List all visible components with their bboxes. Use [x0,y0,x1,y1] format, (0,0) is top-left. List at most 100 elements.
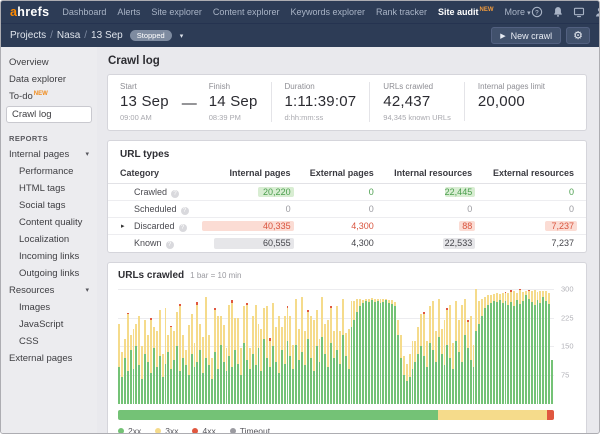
stacked-bar[interactable] [391,286,393,404]
stacked-bar[interactable] [478,286,480,404]
stacked-bar[interactable] [371,286,373,404]
sidebar-item-to-do[interactable]: To-doNEW [1,88,97,105]
stacked-bar[interactable] [199,286,201,404]
stacked-bar[interactable] [505,286,507,404]
stacked-bar[interactable] [493,286,495,404]
stacked-bar[interactable] [380,286,382,404]
sidebar-item-images[interactable]: Images [1,299,97,316]
sidebar-item-outgoing-links[interactable]: Outgoing links [1,265,97,282]
stacked-bar[interactable] [507,286,509,404]
stacked-bar[interactable] [464,286,466,404]
stacked-bar[interactable] [467,286,469,404]
stacked-bar[interactable] [240,286,242,404]
nav-item-dashboard[interactable]: Dashboard [62,7,106,17]
stacked-bar[interactable] [551,286,553,404]
stacked-bar[interactable] [208,286,210,404]
stacked-bar[interactable] [217,286,219,404]
stacked-bar[interactable] [237,286,239,404]
stacked-bar[interactable] [243,286,245,404]
legend-item-timeout[interactable]: Timeout [230,426,270,434]
stacked-bar[interactable] [202,286,204,404]
sidebar-item-external-pages[interactable]: External pages [1,350,97,367]
stacked-bar[interactable] [301,286,303,404]
stacked-bar[interactable] [403,286,405,404]
nav-item-content-explorer[interactable]: Content explorer [213,7,280,17]
stacked-bar[interactable] [141,286,143,404]
stacked-bar[interactable] [336,286,338,404]
stacked-bar[interactable] [409,286,411,404]
sidebar-item-data-explorer[interactable]: Data explorer [1,71,97,88]
stacked-bar[interactable] [537,286,539,404]
stacked-bar[interactable] [156,286,158,404]
stacked-bar[interactable] [324,286,326,404]
chevron-down-icon[interactable]: ▾ [85,286,89,294]
nav-item-site-audit[interactable]: Site auditNEW [438,7,494,17]
stacked-bar[interactable] [534,286,536,404]
stacked-bar[interactable] [342,286,344,404]
stacked-bar[interactable] [307,286,309,404]
table-row-crawled[interactable]: Crawled?20,220022,4450 [108,184,586,201]
stacked-bar[interactable] [496,286,498,404]
stacked-bar[interactable] [118,286,120,404]
stacked-bar[interactable] [287,286,289,404]
table-row-discarded[interactable]: ▸Discarded?40,3354,300887,237 [108,218,586,235]
stacked-bar[interactable] [397,286,399,404]
sidebar-item-internal-pages[interactable]: Internal pages▾ [1,146,97,163]
stacked-bar[interactable] [185,286,187,404]
breadcrumb-project-name[interactable]: Nasa [57,30,80,41]
stacked-bar[interactable] [269,286,271,404]
stacked-bar[interactable] [348,286,350,404]
stacked-bar[interactable] [499,286,501,404]
stacked-bar[interactable] [513,286,515,404]
sidebar-item-crawl-log[interactable]: Crawl log [6,106,92,123]
stacked-bar[interactable] [435,286,437,404]
stacked-bar[interactable] [162,286,164,404]
stacked-bar[interactable] [446,286,448,404]
stacked-bar[interactable] [147,286,149,404]
stacked-bar[interactable] [327,286,329,404]
stacked-bar[interactable] [127,286,129,404]
info-icon[interactable]: ? [166,241,174,249]
stacked-bar[interactable] [281,286,283,404]
stacked-bar[interactable] [121,286,123,404]
stacked-bar[interactable] [196,286,198,404]
stacked-bar[interactable] [426,286,428,404]
stacked-bar[interactable] [194,286,196,404]
stacked-bar[interactable] [226,286,228,404]
stacked-bar[interactable] [284,286,286,404]
stacked-bar[interactable] [458,286,460,404]
settings-button[interactable]: ⚙ [566,27,590,44]
stacked-bar[interactable] [490,286,492,404]
stacked-bar[interactable] [298,286,300,404]
breadcrumb-projects[interactable]: Projects [10,30,46,41]
stacked-bar[interactable] [531,286,533,404]
stacked-bar[interactable] [310,286,312,404]
stacked-bar[interactable] [452,286,454,404]
stacked-bar[interactable] [475,286,477,404]
stacked-bar[interactable] [144,286,146,404]
stacked-bar[interactable] [365,286,367,404]
stacked-bar[interactable] [412,286,414,404]
stacked-bar[interactable] [444,286,446,404]
stacked-bar[interactable] [173,286,175,404]
stacked-bar[interactable] [470,286,472,404]
stacked-bar[interactable] [179,286,181,404]
stacked-bar[interactable] [525,286,527,404]
stacked-bar[interactable] [484,286,486,404]
stacked-bar[interactable] [252,286,254,404]
stacked-bar[interactable] [130,286,132,404]
stacked-bar[interactable] [545,286,547,404]
stacked-bar[interactable] [339,286,341,404]
stacked-bar[interactable] [220,286,222,404]
stacked-bar[interactable] [176,286,178,404]
stacked-bar[interactable] [406,286,408,404]
account-icon[interactable] [594,6,600,18]
stacked-bar[interactable] [539,286,541,404]
stacked-bar[interactable] [138,286,140,404]
stacked-bar[interactable] [487,286,489,404]
sidebar-item-localization[interactable]: Localization [1,231,97,248]
stacked-bar[interactable] [429,286,431,404]
nav-item-keywords-explorer[interactable]: Keywords explorer [290,7,365,17]
stacked-bar[interactable] [124,286,126,404]
stacked-bar[interactable] [362,286,364,404]
